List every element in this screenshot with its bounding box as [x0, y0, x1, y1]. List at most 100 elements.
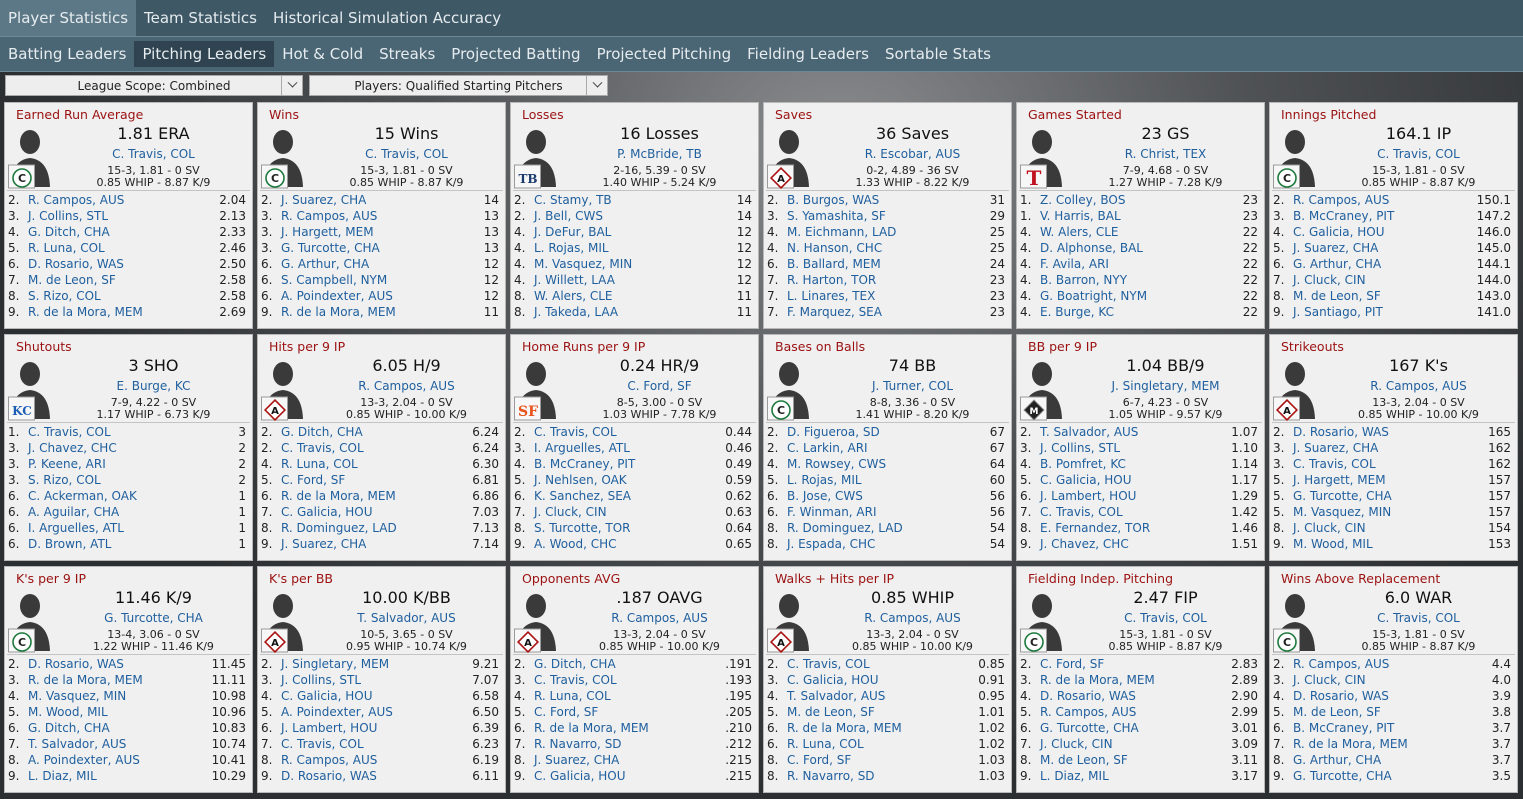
- player-name-link[interactable]: K. Sanchez, SEA: [534, 488, 631, 504]
- player-name-link[interactable]: M. Wood, MIL: [1293, 536, 1373, 552]
- player-photo-placeholder[interactable]: C: [1020, 591, 1064, 653]
- player-name-link[interactable]: M. de Leon, SF: [1040, 752, 1128, 768]
- player-name-link[interactable]: C. Galicia, HOU: [534, 768, 626, 784]
- player-name-link[interactable]: J. Nehlsen, OAK: [534, 472, 627, 488]
- league-scope-dropdown[interactable]: League Scope: Combined: [5, 75, 303, 96]
- player-name-link[interactable]: R. Campos, AUS: [281, 208, 377, 224]
- player-name-link[interactable]: R. Luna, COL: [534, 688, 611, 704]
- player-name-link[interactable]: R. Campos, AUS: [281, 752, 377, 768]
- player-name-link[interactable]: J. Collins, STL: [1040, 440, 1120, 456]
- player-name-link[interactable]: J. Bell, CWS: [534, 208, 603, 224]
- player-name-link[interactable]: C. Galicia, HOU: [1293, 224, 1385, 240]
- player-photo-placeholder[interactable]: C: [1273, 127, 1317, 189]
- player-name-link[interactable]: E. Burge, KC: [1040, 304, 1114, 320]
- player-name-link[interactable]: S. Campbell, NYM: [281, 272, 387, 288]
- player-name-link[interactable]: B. Burgos, WAS: [787, 192, 879, 208]
- player-name-link[interactable]: J. Singletary, MEM: [281, 656, 389, 672]
- player-name-link[interactable]: D. Rosario, WAS: [1040, 688, 1136, 704]
- player-name-link[interactable]: D. Rosario, WAS: [28, 656, 124, 672]
- player-name-link[interactable]: R. de la Mora, MEM: [281, 488, 396, 504]
- leader-name-link[interactable]: R. Escobar, AUS: [814, 147, 1011, 161]
- player-photo-placeholder[interactable]: A: [1273, 359, 1317, 422]
- leader-name-link[interactable]: C. Travis, COL: [1067, 611, 1264, 625]
- player-name-link[interactable]: G. Ditch, CHA: [534, 656, 616, 672]
- player-photo-placeholder[interactable]: C: [1273, 591, 1317, 653]
- player-name-link[interactable]: C. Galicia, HOU: [1040, 472, 1132, 488]
- player-name-link[interactable]: J. Suarez, CHA: [1293, 440, 1378, 456]
- player-name-link[interactable]: L. Diaz, MIL: [1040, 768, 1109, 784]
- player-name-link[interactable]: R. de la Mora, MEM: [28, 672, 143, 688]
- player-photo-placeholder[interactable]: C: [767, 359, 811, 421]
- player-name-link[interactable]: J. Lambert, HOU: [281, 720, 377, 736]
- player-name-link[interactable]: M. Vasquez, MIN: [28, 688, 126, 704]
- player-photo-placeholder[interactable]: T: [1020, 127, 1064, 190]
- player-name-link[interactable]: T. Salvador, AUS: [28, 736, 126, 752]
- player-name-link[interactable]: C. Travis, COL: [28, 424, 111, 440]
- player-name-link[interactable]: M. de Leon, SF: [28, 272, 116, 288]
- player-name-link[interactable]: D. Rosario, WAS: [1293, 688, 1389, 704]
- tab-streaks[interactable]: Streaks: [371, 41, 443, 67]
- player-name-link[interactable]: C. Travis, COL: [534, 672, 617, 688]
- player-name-link[interactable]: J. Cluck, CIN: [1293, 520, 1366, 536]
- player-name-link[interactable]: R. Campos, AUS: [1040, 704, 1136, 720]
- player-name-link[interactable]: A. Poindexter, AUS: [281, 288, 393, 304]
- player-name-link[interactable]: R. Campos, AUS: [1293, 192, 1389, 208]
- player-name-link[interactable]: J. Hargett, MEM: [1293, 472, 1386, 488]
- leader-name-link[interactable]: C. Travis, COL: [55, 147, 252, 161]
- player-name-link[interactable]: R. Luna, COL: [28, 240, 105, 256]
- player-name-link[interactable]: J. Suarez, CHA: [1293, 240, 1378, 256]
- player-name-link[interactable]: R. Navarro, SD: [787, 768, 875, 784]
- player-photo-placeholder[interactable]: SF: [514, 359, 558, 421]
- player-name-link[interactable]: R. Luna, COL: [787, 736, 864, 752]
- player-name-link[interactable]: T. Salvador, AUS: [787, 688, 885, 704]
- player-name-link[interactable]: G. Turcotte, CHA: [1040, 720, 1139, 736]
- leader-name-link[interactable]: E. Burge, KC: [55, 379, 252, 393]
- player-name-link[interactable]: R. Luna, COL: [281, 456, 358, 472]
- player-name-link[interactable]: L. Rojas, MIL: [787, 472, 862, 488]
- player-name-link[interactable]: M. Vasquez, MIN: [1293, 504, 1391, 520]
- player-name-link[interactable]: B. Pomfret, KC: [1040, 456, 1126, 472]
- player-name-link[interactable]: L. Linares, TEX: [787, 288, 875, 304]
- tab-batting-leaders[interactable]: Batting Leaders: [0, 41, 134, 67]
- leader-name-link[interactable]: J. Turner, COL: [814, 379, 1011, 393]
- player-name-link[interactable]: M. de Leon, SF: [787, 704, 875, 720]
- tab-team-statistics[interactable]: Team Statistics: [136, 0, 265, 36]
- player-name-link[interactable]: B. McCraney, PIT: [1293, 720, 1394, 736]
- leader-name-link[interactable]: C. Ford, SF: [561, 379, 758, 393]
- player-name-link[interactable]: J. Cluck, CIN: [534, 504, 607, 520]
- player-name-link[interactable]: E. Fernandez, TOR: [1040, 520, 1150, 536]
- player-photo-placeholder[interactable]: KC: [8, 359, 52, 421]
- player-name-link[interactable]: D. Brown, ATL: [28, 536, 111, 552]
- tab-projected-pitching[interactable]: Projected Pitching: [589, 41, 740, 67]
- player-name-link[interactable]: S. Yamashita, SF: [787, 208, 886, 224]
- player-name-link[interactable]: G. Ditch, CHA: [281, 424, 363, 440]
- player-name-link[interactable]: M. de Leon, SF: [1293, 704, 1381, 720]
- player-name-link[interactable]: S. Turcotte, TOR: [534, 520, 631, 536]
- player-photo-placeholder[interactable]: C: [8, 591, 52, 653]
- player-name-link[interactable]: R. de la Mora, MEM: [28, 304, 143, 320]
- player-name-link[interactable]: G. Ditch, CHA: [28, 720, 110, 736]
- player-name-link[interactable]: J. Espada, CHC: [787, 536, 875, 552]
- player-name-link[interactable]: G. Ditch, CHA: [28, 224, 110, 240]
- tab-historical-simulation-accuracy[interactable]: Historical Simulation Accuracy: [265, 0, 509, 36]
- player-name-link[interactable]: C. Travis, COL: [1040, 504, 1123, 520]
- player-name-link[interactable]: C. Ford, SF: [281, 472, 345, 488]
- player-name-link[interactable]: I. Arguelles, ATL: [28, 520, 124, 536]
- player-photo-placeholder[interactable]: C: [261, 127, 305, 189]
- leader-name-link[interactable]: C. Travis, COL: [1320, 611, 1517, 625]
- player-name-link[interactable]: D. Figueroa, SD: [787, 424, 880, 440]
- player-name-link[interactable]: C. Ford, SF: [1040, 656, 1104, 672]
- player-name-link[interactable]: J. Collins, STL: [28, 208, 108, 224]
- player-photo-placeholder[interactable]: M: [1020, 359, 1064, 421]
- player-name-link[interactable]: J. Suarez, CHA: [534, 752, 619, 768]
- player-name-link[interactable]: R. Campos, AUS: [28, 192, 124, 208]
- player-name-link[interactable]: C. Larkin, ARI: [787, 440, 868, 456]
- player-name-link[interactable]: J. Chavez, CHC: [28, 440, 117, 456]
- player-name-link[interactable]: R. Dominguez, LAD: [787, 520, 903, 536]
- player-name-link[interactable]: L. Diaz, MIL: [28, 768, 97, 784]
- player-name-link[interactable]: R. Dominguez, LAD: [281, 520, 397, 536]
- player-name-link[interactable]: G. Arthur, CHA: [281, 256, 369, 272]
- player-name-link[interactable]: N. Hanson, CHC: [787, 240, 882, 256]
- leader-name-link[interactable]: R. Campos, AUS: [1320, 379, 1517, 393]
- leader-name-link[interactable]: R. Campos, AUS: [308, 379, 505, 393]
